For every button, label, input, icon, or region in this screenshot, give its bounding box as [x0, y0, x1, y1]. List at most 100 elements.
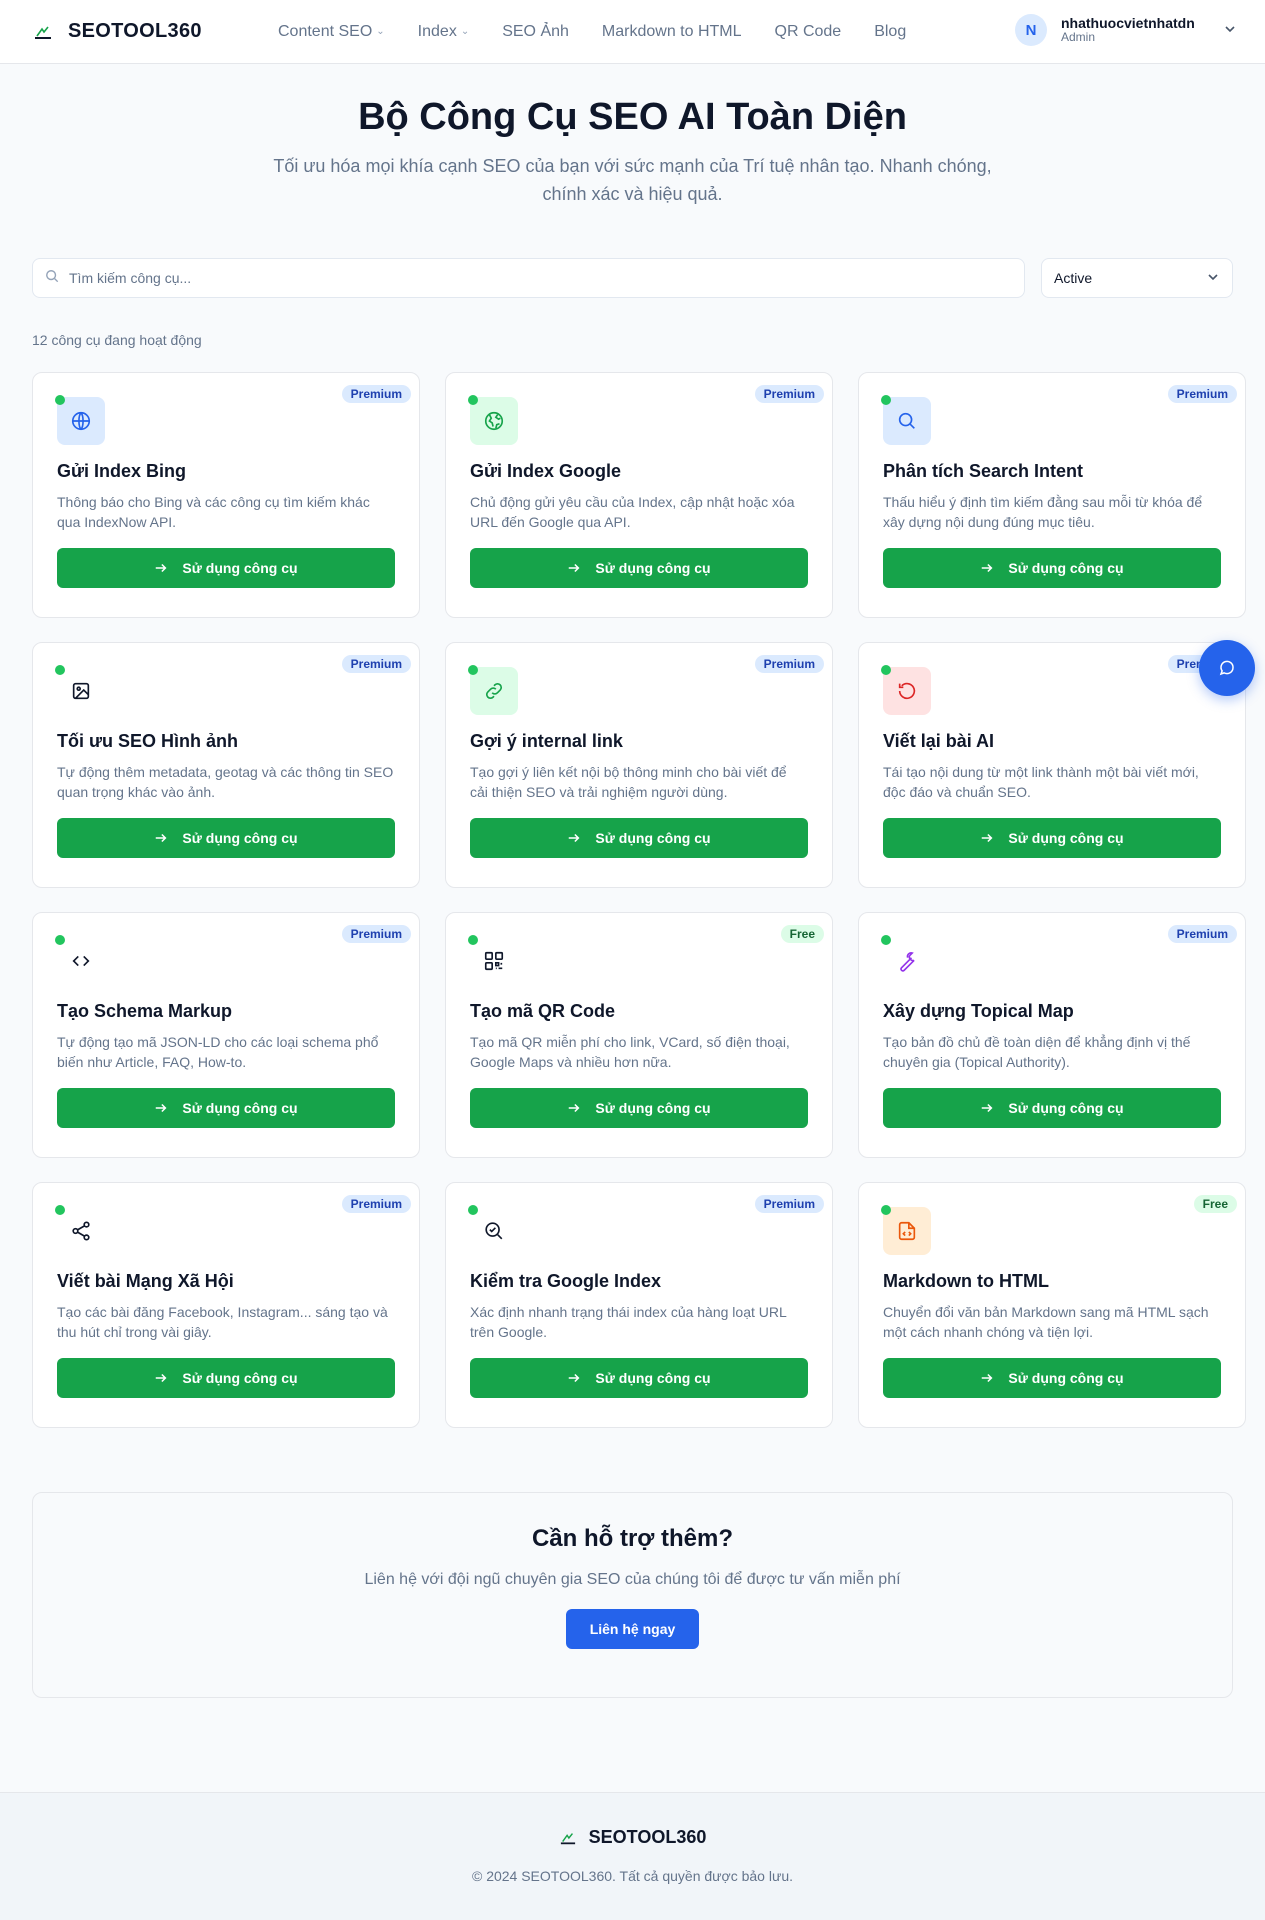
plan-badge: Premium	[754, 1195, 824, 1213]
icon-box	[57, 667, 105, 715]
icon-box	[470, 937, 518, 985]
brand-logo[interactable]: SEOTOOL360	[32, 20, 278, 43]
chevron-down-icon: ⌄	[460, 26, 470, 37]
tool-description: Tạo các bài đăng Facebook, Instagram... …	[57, 1304, 388, 1340]
page-subtitle: Tối ưu hóa mọi khía cạnh SEO của bạn với…	[273, 156, 992, 204]
arrow-right-icon	[156, 833, 167, 843]
icon-box	[883, 397, 931, 445]
use-tool-button[interactable]: Sử dụng công cụ	[470, 548, 808, 588]
chevron-down-icon	[1206, 270, 1220, 287]
logo-icon	[560, 1832, 575, 1844]
page-title: Bộ Công Cụ SEO AI Toàn Diện	[358, 96, 907, 138]
use-tool-label: Sử dụng công cụ	[1008, 830, 1124, 846]
tool-card: Premium Gợi ý internal link Tạo gợi ý li…	[445, 642, 833, 888]
support-text: Liên hệ với đội ngũ chuyên gia SEO của c…	[364, 1571, 901, 1588]
tool-description: Chuyển đổi văn bản Markdown sang mã HTML…	[883, 1304, 1209, 1340]
nav-label: Markdown to HTML	[601, 22, 742, 40]
code-icon	[72, 955, 90, 967]
arrow-right-icon	[982, 1373, 993, 1383]
tool-title: Tạo mã QR Code	[470, 1001, 616, 1021]
use-tool-label: Sử dụng công cụ	[1008, 1100, 1124, 1116]
image-icon	[72, 682, 90, 700]
tool-card: Premium Viết bài Mạng Xã Hội Tạo các bài…	[32, 1182, 420, 1428]
tool-description: Tạo mã QR miễn phí cho link, VCard, số đ…	[470, 1034, 790, 1070]
tool-title: Xây dựng Topical Map	[883, 1001, 1074, 1021]
search-input[interactable]	[69, 270, 1024, 286]
tool-count: 12 công cụ đang hoạt động	[32, 332, 202, 348]
icon-box	[470, 667, 518, 715]
use-tool-button[interactable]: Sử dụng công cụ	[883, 1358, 1221, 1398]
plan-badge: Premium	[1167, 385, 1237, 403]
use-tool-button[interactable]: Sử dụng công cụ	[470, 1358, 808, 1398]
link-icon	[485, 682, 503, 700]
contact-button[interactable]: Liên hệ ngay	[565, 1609, 700, 1649]
tool-title: Gửi Index Bing	[57, 461, 187, 481]
nav-label: Blog	[874, 22, 907, 40]
nav-index[interactable]: Index ⌄	[418, 23, 470, 41]
nav-blog[interactable]: Blog	[874, 23, 906, 41]
tool-card: Premium Tối ưu SEO Hình ảnh Tự động thêm…	[32, 642, 420, 888]
use-tool-label: Sử dụng công cụ	[595, 560, 711, 576]
rotate-icon	[898, 682, 916, 700]
nav-content-seo[interactable]: Content SEO ⌄	[278, 23, 385, 41]
use-tool-label: Sử dụng công cụ	[595, 1370, 711, 1386]
icon-box	[57, 397, 105, 445]
earth-icon	[484, 411, 504, 431]
chevron-down-icon	[1223, 22, 1237, 39]
nav-qr-code[interactable]: QR Code	[775, 23, 842, 41]
use-tool-label: Sử dụng công cụ	[1008, 1370, 1124, 1386]
chat-bubble-icon	[1219, 660, 1234, 676]
search-icon	[45, 269, 59, 288]
tool-title: Gửi Index Google	[470, 461, 622, 481]
tool-title: Kiểm tra Google Index	[470, 1271, 662, 1291]
arrow-right-icon	[982, 833, 993, 843]
tool-description: Tái tạo nội dung từ một link thành một b…	[883, 764, 1199, 800]
tool-description: Tạo bản đồ chủ đề toàn diện để khẳng địn…	[883, 1034, 1191, 1070]
tool-card: Premium Tạo Schema Markup Tự động tạo mã…	[32, 912, 420, 1158]
icon-box	[470, 397, 518, 445]
use-tool-button[interactable]: Sử dụng công cụ	[57, 1358, 395, 1398]
tool-grid: Premium Gửi Index Bing Thông báo cho Bin…	[32, 372, 1246, 1428]
brand-name: SEOTOOL360	[68, 20, 202, 42]
support-title: Cần hỗ trợ thêm?	[531, 1525, 734, 1552]
icon-box	[470, 1207, 518, 1255]
use-tool-button[interactable]: Sử dụng công cụ	[57, 818, 395, 858]
active-dot	[55, 395, 65, 405]
active-dot	[468, 935, 478, 945]
use-tool-label: Sử dụng công cụ	[182, 1100, 298, 1116]
use-tool-button[interactable]: Sử dụng công cụ	[57, 1088, 395, 1128]
plan-badge: Premium	[341, 1195, 411, 1213]
nav-seo-anh[interactable]: SEO Ảnh	[502, 23, 569, 41]
user-name: nhathuocvietnhatdn	[1061, 15, 1195, 32]
use-tool-button[interactable]: Sử dụng công cụ	[57, 548, 395, 588]
active-dot	[881, 395, 891, 405]
arrow-right-icon	[156, 1373, 167, 1383]
status-select[interactable]: Active	[1041, 258, 1233, 298]
tool-description: Tự động thêm metadata, geotag và các thô…	[57, 764, 394, 800]
tool-title: Phân tích Search Intent	[883, 461, 1084, 481]
active-dot	[881, 1205, 891, 1215]
chat-button[interactable]	[1199, 640, 1255, 696]
globe-icon	[71, 411, 91, 431]
use-tool-button[interactable]: Sử dụng công cụ	[883, 818, 1221, 858]
plan-badge: Premium	[341, 385, 411, 403]
use-tool-label: Sử dụng công cụ	[182, 830, 298, 846]
use-tool-button[interactable]: Sử dụng công cụ	[883, 548, 1221, 588]
tool-description: Thông báo cho Bing và các công cụ tìm ki…	[57, 494, 370, 530]
footer-brand-name: SEOTOOL360	[588, 1827, 707, 1847]
use-tool-button[interactable]: Sử dụng công cụ	[470, 818, 808, 858]
nav-label: SEO Ảnh	[502, 22, 569, 40]
footer-brand: SEOTOOL360	[0, 1827, 1265, 1848]
search-icon	[898, 412, 915, 429]
active-dot	[881, 935, 891, 945]
user-menu[interactable]: N nhathuocvietnhatdn Admin	[1015, 14, 1237, 46]
use-tool-label: Sử dụng công cụ	[595, 830, 711, 846]
use-tool-button[interactable]: Sử dụng công cụ	[883, 1088, 1221, 1128]
top-header: SEOTOOL360 Content SEO ⌄ Index ⌄ SEO Ảnh M…	[0, 0, 1265, 64]
use-tool-button[interactable]: Sử dụng công cụ	[470, 1088, 808, 1128]
chevron-down-icon: ⌄	[376, 26, 385, 37]
arrow-right-icon	[982, 563, 993, 573]
nav-label: Content SEO	[278, 22, 373, 40]
nav-markdown-to-html[interactable]: Markdown to HTML	[602, 23, 742, 41]
use-tool-label: Sử dụng công cụ	[1008, 560, 1124, 576]
